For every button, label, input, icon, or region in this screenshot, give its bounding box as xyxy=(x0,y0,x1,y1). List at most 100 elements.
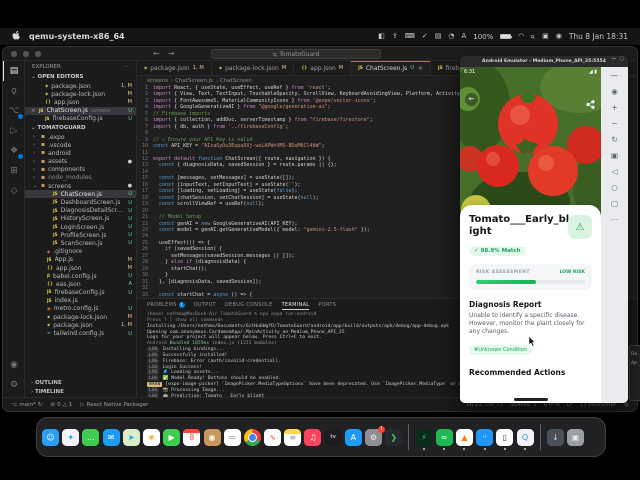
breadcrumb-item[interactable]: ChatScreen xyxy=(216,78,252,84)
editor-tab-ChatScreen.js[interactable]: JS ChatScreen.js U × xyxy=(351,61,432,75)
open-editor-item-package-lock.json[interactable]: ◆ package-lock.json M xyxy=(25,90,136,98)
back-button[interactable]: ← xyxy=(465,93,478,106)
emulator-tool-screenshot[interactable]: ▣ xyxy=(611,152,618,160)
explorer-item-tailwind.config.js[interactable]: ≈ tailwind.config.js U xyxy=(25,329,136,337)
activity-bar-item-run-debug[interactable]: ▷ xyxy=(3,121,25,141)
explorer-item-android[interactable]: › ▪ android xyxy=(25,149,136,157)
explorer-item-App.js[interactable]: JS App.js M xyxy=(25,256,136,264)
share-icon[interactable] xyxy=(586,94,595,113)
editor-tab-package.json[interactable]: ◆ package.json 1, M × xyxy=(137,61,212,75)
emulator-tool-overview[interactable]: ▢ xyxy=(611,200,618,208)
emulator-tool-more[interactable]: ⋯ xyxy=(611,216,619,224)
close-tab-icon[interactable]: × xyxy=(418,65,423,72)
dock-item-maps[interactable]: ➤ xyxy=(122,428,140,446)
explorer-item-metro.config.js[interactable]: ◉ metro.config.js U xyxy=(25,305,136,313)
panel-tab-OUTPUT[interactable]: OUTPUT xyxy=(194,299,216,310)
panel-tab-TERMINAL[interactable]: TERMINAL xyxy=(282,299,310,310)
project-root-header[interactable]: TOMATOGUARD xyxy=(25,123,136,133)
dock-item-trash[interactable]: ▣ xyxy=(567,428,585,446)
dock-item-system-settings[interactable]: ⚙ 1 xyxy=(365,425,385,446)
activity-bar-item-testing[interactable]: ◇ xyxy=(3,181,25,201)
emulator-tool-volume-down[interactable]: − xyxy=(611,120,617,128)
menubar-icon-battery-app-icon[interactable]: ▤ xyxy=(435,33,442,40)
editor-tab-app.json[interactable]: {} app.json M × xyxy=(294,61,352,75)
activity-bar-item-search[interactable]: ϙ xyxy=(3,81,25,101)
open-editors-header[interactable]: OPEN EDITORS xyxy=(25,72,136,82)
emulator-tool-minimize[interactable]: — xyxy=(611,72,619,80)
open-editor-item-firebaseConfig.js[interactable]: JS firebaseConfig.js U xyxy=(25,115,136,123)
panel-tab-PORTS[interactable]: PORTS xyxy=(318,299,336,310)
explorer-item-node_modules[interactable]: › ▪ node_modules xyxy=(25,174,136,182)
dock-item-finder[interactable]: ☺ xyxy=(42,428,59,446)
task-indicator[interactable]: ▷ React Native Packager xyxy=(80,402,148,408)
panel-tab-PROBLEMS[interactable]: PROBLEMS 1 xyxy=(147,299,185,310)
sidebar-actions-icon[interactable]: ⋯ xyxy=(124,64,130,70)
sidebar-section[interactable]: OUTLINE xyxy=(25,378,136,387)
activity-bar-item-settings[interactable]: ⚙ xyxy=(3,375,25,395)
dock-item-music[interactable]: ♫ xyxy=(304,428,322,446)
explorer-item-package.json[interactable]: ◆ package.json 1, M xyxy=(25,321,136,329)
close-editor-icon[interactable]: × xyxy=(31,108,36,114)
dock-item-vscode[interactable]: ‹› xyxy=(476,428,494,450)
dock-item-safari[interactable]: ✦ xyxy=(62,428,80,446)
explorer-item-.vscode[interactable]: › ▪ .vscode xyxy=(25,141,136,149)
menubar-icon-keyboard-icon[interactable]: ⌨ xyxy=(405,33,415,40)
activity-bar-item-remote-explorer[interactable]: ⊞ xyxy=(3,161,25,181)
explorer-item-LoginScreen.js[interactable]: JS LoginScreen.js U xyxy=(25,223,136,231)
explorer-item-package-lock.json[interactable]: ◆ package-lock.json M xyxy=(25,313,136,321)
dock-item-messages[interactable]: … xyxy=(82,428,100,446)
menubar-icon-shortcuts-icon[interactable]: ⇪ xyxy=(392,33,398,40)
dock-item-quicktime[interactable]: Q xyxy=(516,428,534,450)
user-menu-icon[interactable]: ◉ xyxy=(556,33,562,40)
dock-item-terminal[interactable]: ❯ xyxy=(385,428,403,446)
dock-item-downloads[interactable]: ↓ xyxy=(546,428,564,446)
open-editor-item-package.json[interactable]: ◆ package.json 1, M xyxy=(25,82,136,90)
menubar-icon-stats-icon[interactable]: ◧ xyxy=(378,33,385,40)
panel-tab-DEBUG CONSOLE[interactable]: DEBUG CONSOLE xyxy=(225,299,273,310)
emulator-tool-home[interactable]: ○ xyxy=(611,184,618,192)
explorer-item-DashboardScreen.js[interactable]: JS DashboardScreen.js U xyxy=(25,198,136,206)
explorer-item-DiagnosisDetailScreen.js[interactable]: JS DiagnosisDetailScreen.js U xyxy=(25,207,136,215)
explorer-item-HistoryScreen.js[interactable]: JS HistoryScreen.js U xyxy=(25,215,136,223)
explorer-item-index.js[interactable]: JS index.js xyxy=(25,297,136,305)
dock-item-facetime[interactable]: ▶ xyxy=(163,428,181,446)
menubar-icon-input-source-icon[interactable]: A xyxy=(461,33,466,40)
dock-item-mail[interactable]: ✉ xyxy=(102,428,120,446)
editor-tab-package-lock.json[interactable]: ◆ package-lock.json M × xyxy=(211,61,295,75)
explorer-item-screens[interactable]: ⌄ ▪ screens ● xyxy=(25,182,136,190)
window-traffic-lights[interactable] xyxy=(11,51,41,57)
emulator-tool-back[interactable]: ◁ xyxy=(612,168,618,176)
spotlight-search-icon[interactable]: ϙ xyxy=(529,32,537,40)
menubar-icon-verified-icon[interactable]: ✓ xyxy=(422,33,428,40)
dock-item-calendar[interactable]: 8 xyxy=(183,428,201,446)
dock-item-notes[interactable]: ≡ xyxy=(284,428,302,446)
explorer-item-ChatScreen.js[interactable]: JS ChatScreen.js U xyxy=(25,190,136,199)
activity-bar-item-explorer[interactable]: ▤ xyxy=(3,61,25,81)
open-editor-item-app.json[interactable]: {} app.json M xyxy=(25,98,136,106)
apple-menu-icon[interactable] xyxy=(12,30,20,42)
explorer-item-components[interactable]: › ▪ components xyxy=(25,166,136,174)
dock-item-chrome[interactable] xyxy=(243,428,261,446)
activity-bar-item-source-control[interactable]: ⌥ xyxy=(3,101,25,121)
menu-bar-app-name[interactable]: qemu-system-x86_64 xyxy=(29,32,125,41)
dock-item-voice-memos[interactable]: ∿ xyxy=(264,428,282,446)
explorer-item-eas.json[interactable]: {} eas.json A xyxy=(25,280,136,288)
explorer-item-ProfileScreen.js[interactable]: JS ProfileScreen.js U xyxy=(25,231,136,239)
dock-item-reminders[interactable]: ≔ xyxy=(223,428,241,446)
dock-item-app-store[interactable]: A xyxy=(344,428,362,446)
emulator-tool-volume-up[interactable]: + xyxy=(611,104,617,112)
emulator-tool-rotate[interactable]: ↻ xyxy=(611,136,617,144)
sidebar-section[interactable]: TIMELINE xyxy=(25,387,136,396)
explorer-item-firebaseConfig.js[interactable]: JS firebaseConfig.js U xyxy=(25,289,136,297)
control-center-icon[interactable]: ▣ xyxy=(542,33,549,40)
dock-item-contacts[interactable]: ◉ xyxy=(203,428,221,446)
command-center-search[interactable]: ϙ TomatoGuard xyxy=(211,49,381,59)
dock-item-emulator-gauge[interactable]: ⚡ xyxy=(415,428,433,450)
wifi-icon[interactable]: ◠ xyxy=(518,33,524,40)
explorer-item-app.json[interactable]: {} app.json M xyxy=(25,264,136,272)
open-editor-item-ChatScreen.js[interactable]: × JS ChatScreen.js screens U xyxy=(25,106,136,115)
home-indicator[interactable] xyxy=(513,398,548,401)
dock-item-vlc[interactable]: ▲ xyxy=(455,428,473,450)
activity-bar-item-extensions[interactable]: ❖ xyxy=(3,141,25,161)
git-branch-indicator[interactable]: ⌥ main* ↻ xyxy=(11,402,42,408)
